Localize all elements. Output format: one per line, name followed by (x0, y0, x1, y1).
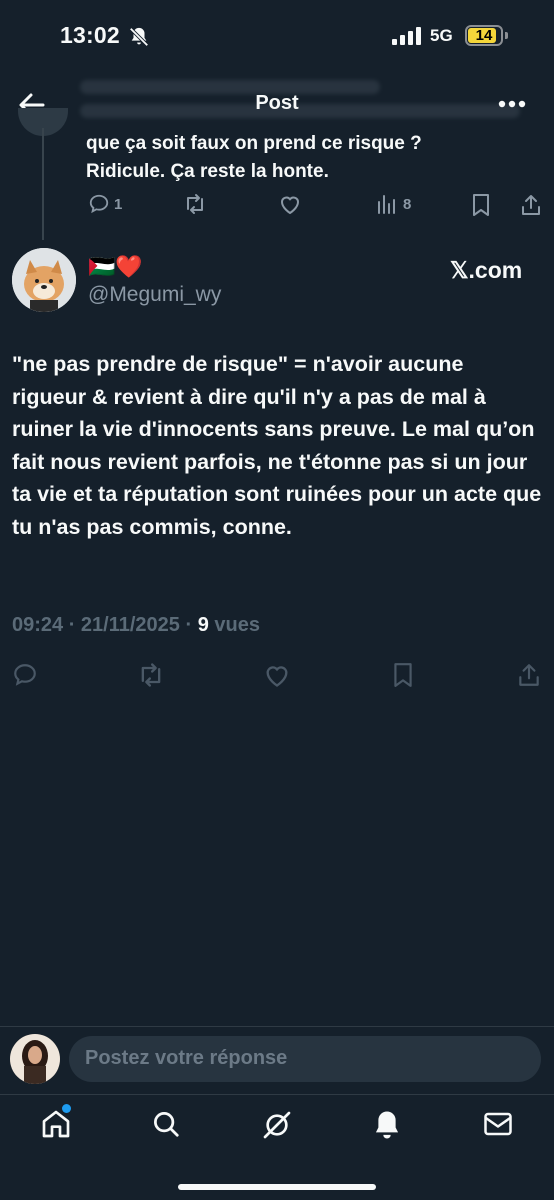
bell-off-icon (128, 26, 150, 48)
grok-icon[interactable] (261, 1109, 293, 1141)
page-title: Post (255, 92, 299, 114)
battery-cap (505, 32, 508, 39)
home-notification-dot (62, 1104, 71, 1113)
like-button[interactable] (263, 662, 291, 688)
reply-button[interactable] (12, 662, 38, 688)
status-time: 13:02 (60, 22, 120, 48)
username-handle[interactable]: @Megumi_wy (88, 283, 221, 307)
reply-avatar[interactable] (10, 1034, 60, 1084)
display-name[interactable]: 🇵🇸❤️ (88, 254, 143, 280)
share-button[interactable] (517, 662, 541, 688)
x-watermark: 𝕏.com (450, 257, 523, 283)
reply-placeholder: Postez votre réponse (85, 1047, 288, 1069)
parent-bookmark-button[interactable] (471, 193, 491, 217)
home-indicator (178, 1184, 376, 1190)
search-icon[interactable] (151, 1109, 181, 1139)
battery-icon: 14 (465, 25, 503, 46)
divider (0, 1094, 554, 1095)
post-body: "ne pas prendre de risque" = n'avoir auc… (12, 352, 542, 539)
messages-icon[interactable] (483, 1110, 513, 1138)
parent-repost-button[interactable] (183, 193, 207, 215)
parent-post-line: que ça soit faux on prend ce risque ? (86, 133, 422, 154)
parent-like-button[interactable] (278, 193, 302, 215)
parent-share-button[interactable] (520, 193, 542, 217)
divider (0, 1026, 554, 1027)
avatar[interactable] (12, 248, 76, 312)
signal-icon (392, 27, 422, 45)
parent-post-text: que ça soit faux on prend ce risque ? Ri… (86, 130, 526, 186)
parent-views-button[interactable]: 8 (376, 193, 411, 215)
parent-post-line: Ridicule. Ça reste la honte. (86, 161, 329, 182)
parent-reply-button[interactable]: 1 (88, 193, 122, 215)
notifications-icon[interactable] (372, 1109, 402, 1141)
post-meta: 09:24 · 21/11/2025 · 9 vues (12, 614, 260, 637)
post-views-label: vues (208, 614, 260, 636)
parent-views-count: 8 (403, 195, 412, 213)
more-icon[interactable] (498, 100, 526, 108)
network-label: 5G (430, 26, 453, 45)
repost-button[interactable] (137, 662, 165, 688)
thread-line (42, 128, 44, 240)
bookmark-button[interactable] (392, 662, 414, 688)
post-timestamp: 09:24 · 21/11/2025 · (12, 614, 198, 636)
post-views-count: 9 (197, 614, 209, 636)
battery-level: 14 (475, 27, 493, 44)
parent-reply-count: 1 (114, 195, 123, 213)
